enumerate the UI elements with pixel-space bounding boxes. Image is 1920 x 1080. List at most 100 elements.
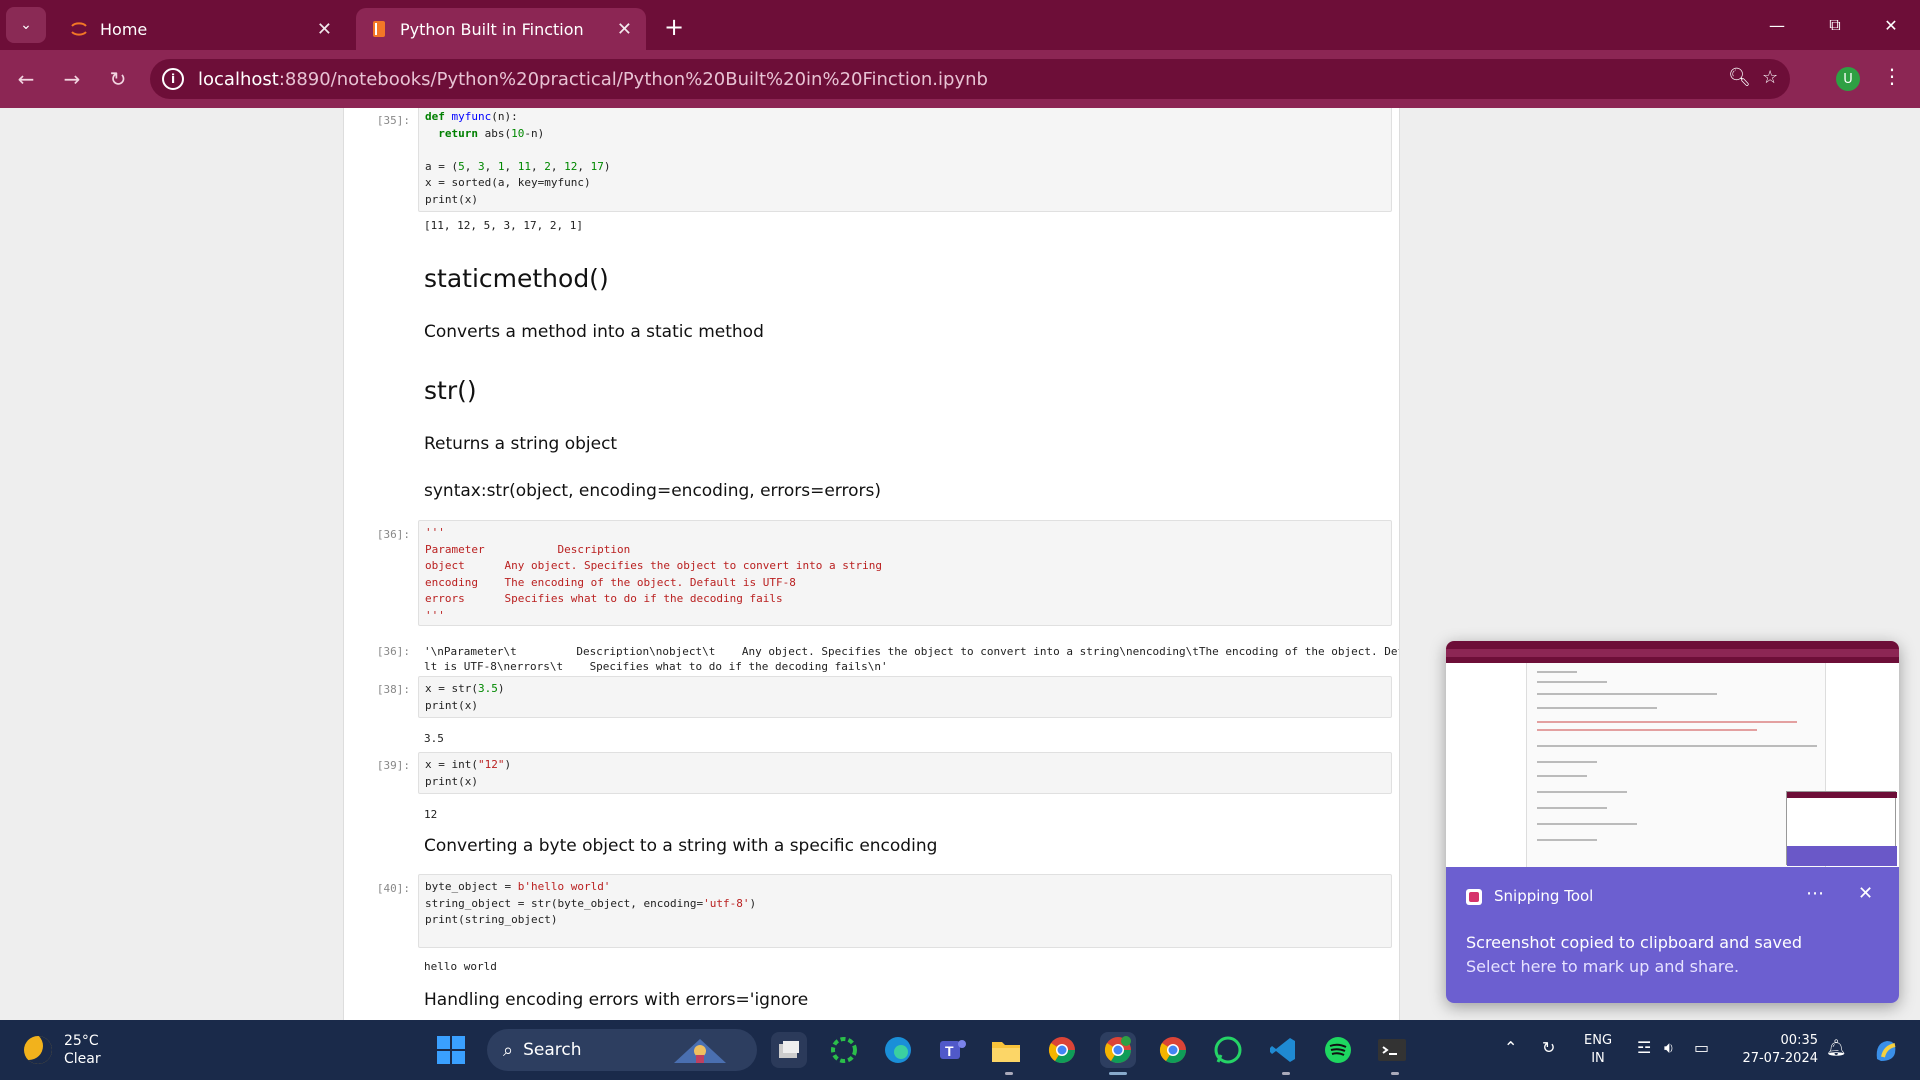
more-menu-icon[interactable]: ⋮ — [1882, 64, 1902, 88]
minimize-icon: — — [1769, 15, 1785, 35]
cell-output-line-2: lt is UTF-8\nerrors\t Specifies what to … — [424, 660, 888, 673]
cell-output-line-1: '\nParameter\t Description\nobject\t Any… — [424, 645, 1400, 658]
minimize-button[interactable]: — — [1748, 0, 1806, 50]
profile-avatar[interactable]: U — [1836, 67, 1860, 91]
vscode-icon[interactable] — [1265, 1032, 1301, 1068]
arrow-right-icon: → — [63, 67, 81, 91]
code-editor[interactable]: def myfunc(n): return abs(10-n) a = (5, … — [418, 108, 1392, 212]
weather-widget[interactable]: 25°C Clear — [24, 1032, 101, 1068]
cell-output: hello world — [424, 960, 497, 973]
weather-condition: Clear — [64, 1051, 101, 1067]
cell-output: 3.5 — [424, 732, 444, 745]
snipping-tool-notification[interactable]: Snipping Tool ⋯ ✕ Screenshot copied to c… — [1446, 641, 1899, 1003]
snipping-tool-icon — [1466, 889, 1482, 905]
close-icon: ✕ — [1884, 15, 1898, 35]
cell-output: 12 — [424, 808, 438, 821]
start-button[interactable] — [437, 1036, 465, 1064]
toast-app-name: Snipping Tool — [1494, 887, 1594, 905]
toast-subtext: Select here to mark up and share. — [1466, 957, 1740, 976]
forward-button[interactable]: → — [52, 59, 92, 99]
code-editor[interactable]: x = int("12") print(x) — [418, 752, 1392, 794]
code-editor[interactable]: x = str(3.5) print(x) — [418, 676, 1392, 718]
site-info-icon[interactable]: i — [162, 68, 184, 90]
language-code: ENG — [1584, 1033, 1613, 1048]
volume-icon[interactable]: 🔉︎ — [1664, 1038, 1674, 1058]
zoom-icon[interactable]: 🔍︎ — [1728, 67, 1751, 88]
reload-button[interactable]: ↻ — [98, 59, 138, 99]
taskbar-search[interactable]: ⌕ Search — [487, 1029, 757, 1071]
clock-date: 27-07-2024 — [1742, 1051, 1818, 1066]
url-text[interactable]: localhost:8890/notebooks/Python%20practi… — [198, 69, 988, 90]
search-label: Search — [523, 1040, 582, 1060]
heading-str: str() — [424, 376, 477, 405]
paragraph-handling: Handling encoding errors with errors='ig… — [424, 990, 809, 1010]
spotify-icon[interactable] — [1320, 1032, 1356, 1068]
notebook-icon — [370, 20, 388, 38]
copilot-icon[interactable] — [826, 1032, 862, 1068]
tab-search-dropdown-button[interactable]: ⌄ — [6, 7, 46, 43]
window-close-button[interactable]: ✕ — [1862, 0, 1920, 50]
battery-icon[interactable]: ▭ — [1694, 1038, 1709, 1057]
cell-prompt: [35]: — [376, 114, 410, 127]
back-button[interactable]: ← — [6, 59, 46, 99]
file-explorer-icon[interactable] — [988, 1032, 1024, 1068]
toast-message: Screenshot copied to clipboard and saved — [1466, 933, 1802, 952]
edge-icon[interactable] — [880, 1032, 916, 1068]
search-highlight-icon — [673, 1039, 726, 1063]
address-toolbar: ← → ↻ i localhost:8890/notebooks/Python%… — [0, 50, 1920, 108]
cell-prompt: [40]: — [376, 882, 410, 895]
chrome-alt-icon[interactable] — [1155, 1032, 1191, 1068]
taskbar: 25°C Clear ⌕ Search T ⌃ ↻ ENG IN ☲ 🔉︎ ▭ … — [0, 1020, 1920, 1080]
teams-icon[interactable]: T — [934, 1032, 970, 1068]
toast-body[interactable]: Snipping Tool ⋯ ✕ Screenshot copied to c… — [1446, 867, 1899, 1003]
cell-output: [11, 12, 5, 3, 17, 2, 1] — [424, 219, 583, 232]
task-view-icon[interactable] — [771, 1032, 807, 1068]
language-indicator[interactable]: ENG IN — [1584, 1032, 1612, 1068]
chevron-up-icon[interactable]: ⌃ — [1504, 1038, 1517, 1057]
paragraph-converting: Converting a byte object to a string wit… — [424, 836, 938, 856]
close-icon[interactable]: ✕ — [317, 19, 332, 40]
search-icon: ⌕ — [503, 1039, 514, 1061]
tab-home[interactable]: Home ✕ — [56, 8, 346, 50]
paragraph-syntax: syntax:str(object, encoding=encoding, er… — [424, 481, 881, 501]
terminal-icon[interactable] — [1374, 1032, 1410, 1068]
chrome-profile-icon[interactable] — [1100, 1032, 1136, 1068]
paragraph-str: Returns a string object — [424, 434, 618, 454]
restore-button[interactable]: ⧉ — [1806, 0, 1864, 50]
browser-tab-strip: ⌄ Home ✕ Python Built in Finction ✕ + — [0, 0, 1920, 50]
chrome-icon[interactable] — [1044, 1032, 1080, 1068]
code-editor[interactable]: byte_object = b'hello world' string_obje… — [418, 874, 1392, 948]
reload-icon: ↻ — [109, 67, 127, 91]
jupyter-icon — [70, 20, 88, 38]
moon-icon — [24, 1036, 52, 1064]
close-icon[interactable]: ✕ — [617, 19, 632, 40]
cell-prompt: [39]: — [376, 759, 410, 772]
chevron-down-icon: ⌄ — [20, 17, 32, 33]
close-icon[interactable]: ✕ — [1858, 883, 1873, 904]
wifi-icon[interactable]: ☲ — [1637, 1038, 1651, 1057]
whatsapp-icon[interactable] — [1210, 1032, 1246, 1068]
tab-label: Home — [100, 19, 148, 39]
screenshot-preview[interactable] — [1446, 641, 1899, 867]
notification-bell-icon[interactable]: 🔔︎ — [1826, 1038, 1846, 1057]
cell-prompt: [36]: — [376, 528, 410, 541]
star-icon[interactable]: ☆ — [1762, 67, 1778, 88]
notebook-page: [35]: def myfunc(n): return abs(10-n) a … — [343, 108, 1400, 1020]
url-bar[interactable]: i localhost:8890/notebooks/Python%20prac… — [150, 59, 1790, 99]
more-options-icon[interactable]: ⋯ — [1806, 883, 1824, 904]
heading-staticmethod: staticmethod() — [424, 264, 609, 293]
code-editor[interactable]: ''' Parameter Description object Any obj… — [418, 520, 1392, 626]
sync-icon[interactable]: ↻ — [1542, 1038, 1555, 1057]
svg-text:T: T — [945, 1043, 954, 1059]
cell-prompt: [36]: — [376, 645, 410, 658]
new-tab-button[interactable]: + — [664, 13, 684, 41]
copilot-pre-icon[interactable] — [1868, 1032, 1904, 1068]
cell-prompt: [38]: — [376, 683, 410, 696]
region-code: IN — [1591, 1051, 1605, 1066]
clock[interactable]: 00:35 27-07-2024 — [1738, 1032, 1818, 1068]
weather-temp: 25°C — [64, 1033, 99, 1049]
clock-time: 00:35 — [1780, 1033, 1818, 1048]
tab-python-built-in[interactable]: Python Built in Finction ✕ — [356, 8, 646, 50]
tab-label: Python Built in Finction — [400, 19, 584, 39]
paragraph-staticmethod: Converts a method into a static method — [424, 322, 764, 342]
